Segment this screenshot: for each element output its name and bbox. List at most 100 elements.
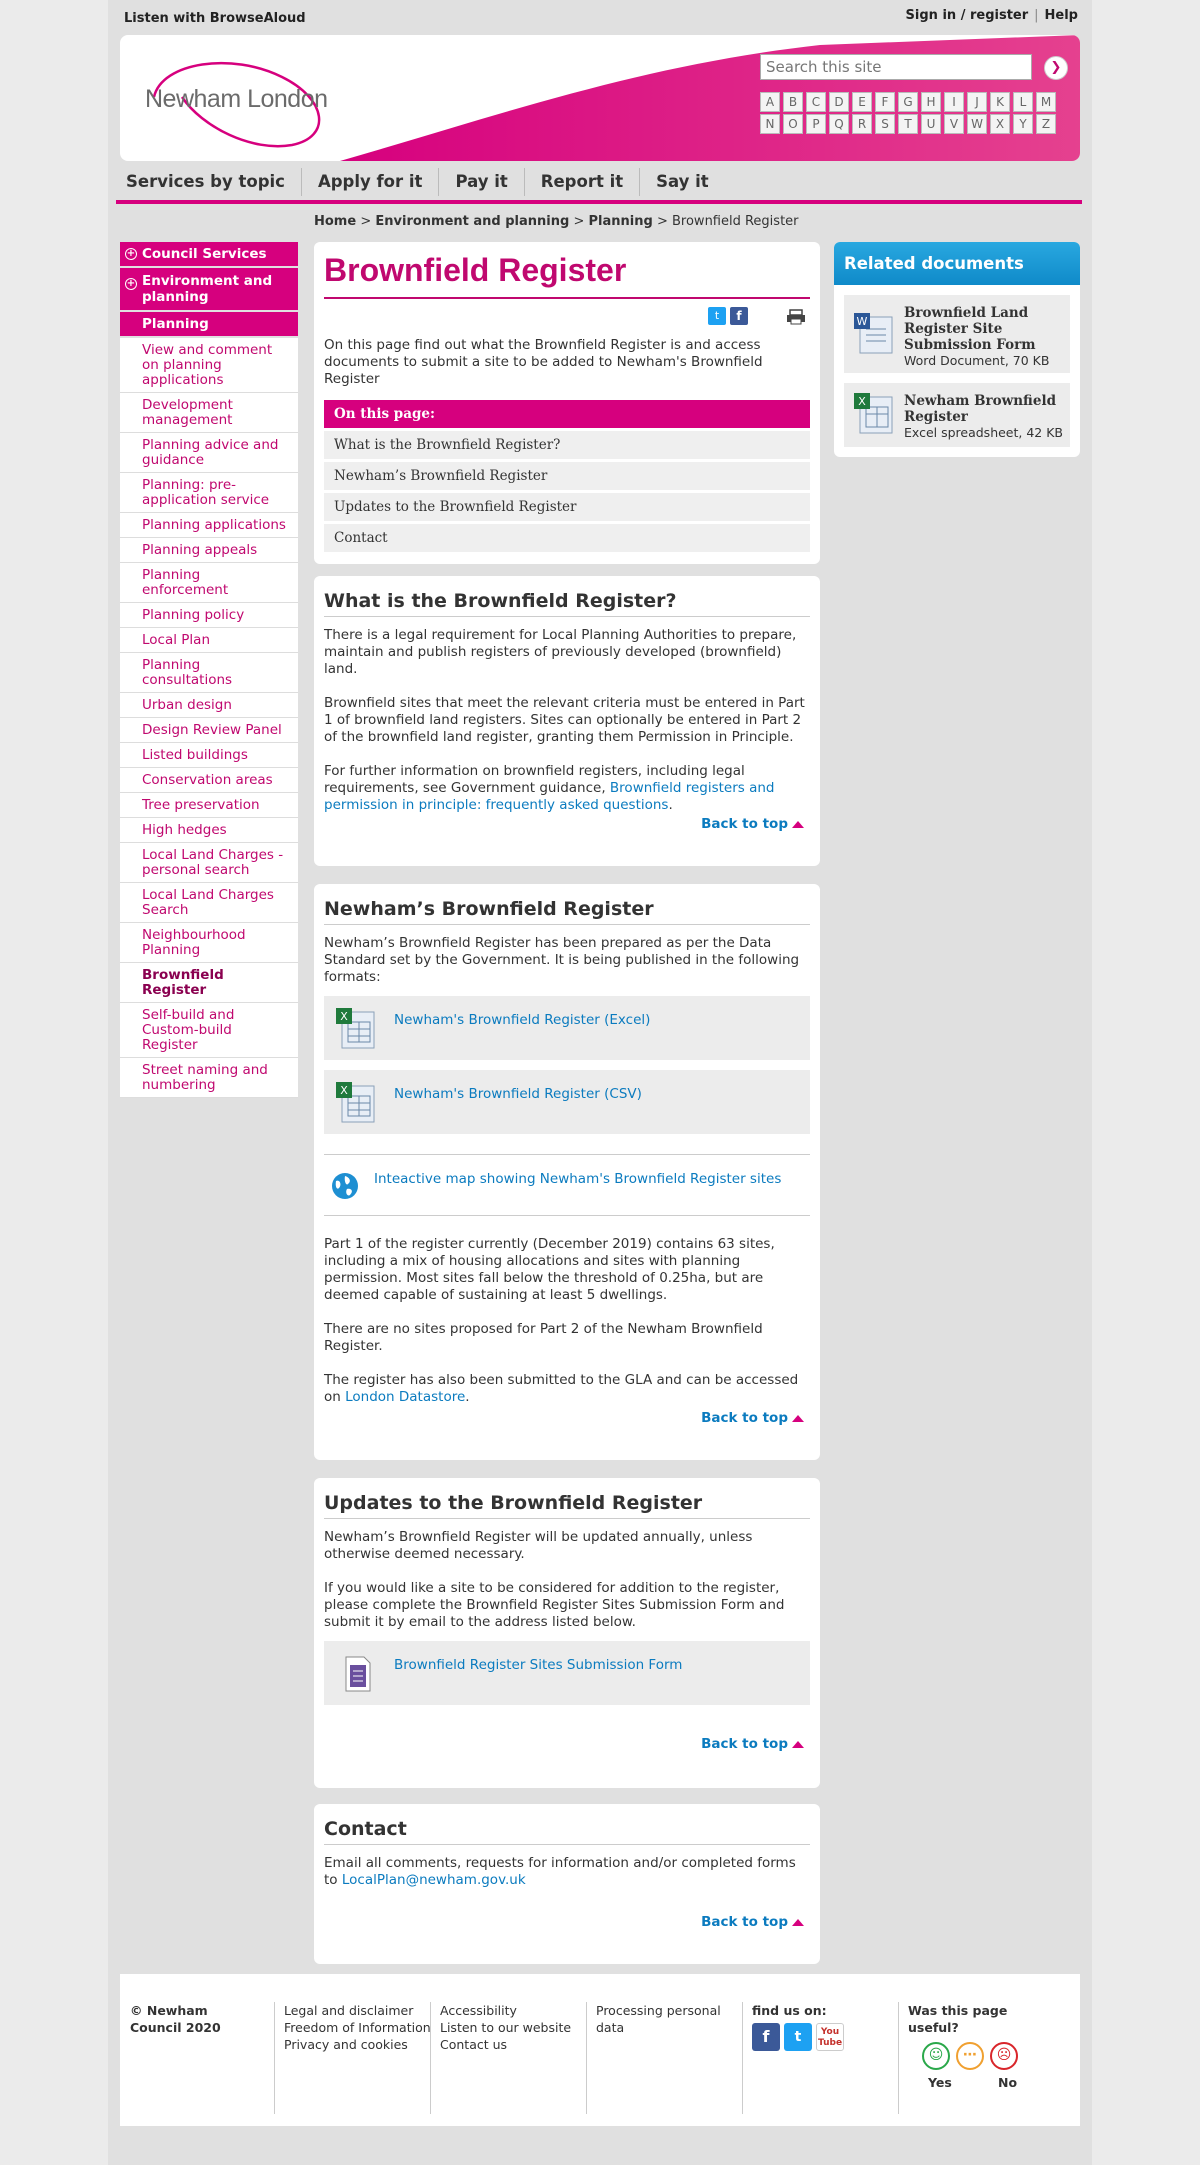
a-z-letter-q[interactable]: Q — [829, 114, 849, 134]
document-row-submission-form[interactable]: Brownfield Register Sites Submission For… — [324, 1641, 810, 1705]
a-z-letter-p[interactable]: P — [806, 114, 826, 134]
back-to-top-link[interactable]: Back to top — [701, 1736, 804, 1752]
email-link[interactable]: LocalPlan@newham.gov.uk — [342, 1872, 526, 1888]
sidebar-item[interactable]: Development management — [120, 393, 298, 433]
main-nav-item[interactable]: Apply for it — [312, 168, 440, 196]
sidebar-item[interactable]: Planning consultations — [120, 653, 298, 693]
sad-face-icon[interactable]: ☹ — [990, 2042, 1018, 2070]
sidebar-item[interactable]: View and comment on planning application… — [120, 338, 298, 393]
a-z-letter-l[interactable]: L — [1013, 92, 1033, 112]
a-z-letter-v[interactable]: V — [944, 114, 964, 134]
main-nav-item[interactable]: Services by topic — [120, 168, 302, 196]
document-link[interactable]: Newham's Brownfield Register (CSV) — [394, 1086, 642, 1102]
sidebar-item[interactable]: Planning appeals — [120, 538, 298, 563]
document-link[interactable]: Brownfield Register Sites Submission For… — [394, 1657, 682, 1673]
a-z-letter-g[interactable]: G — [898, 92, 918, 112]
sidebar-item[interactable]: Self-build and Custom-build Register — [120, 1003, 298, 1058]
london-datastore-link[interactable]: London Datastore — [345, 1389, 465, 1405]
sidebar-item[interactable]: Tree preservation — [120, 793, 298, 818]
a-z-letter-f[interactable]: F — [875, 92, 895, 112]
sidebar-section-planning[interactable]: Planning — [120, 312, 298, 336]
a-z-letter-x[interactable]: X — [990, 114, 1010, 134]
footer-link-contact[interactable]: Contact us — [440, 2036, 571, 2053]
a-z-letter-h[interactable]: H — [921, 92, 941, 112]
related-document-excel[interactable]: X Newham Brownfield Register Excel spread… — [844, 383, 1070, 447]
sidebar-item[interactable]: Street naming and numbering — [120, 1058, 298, 1098]
main-nav-item[interactable]: Report it — [535, 168, 641, 196]
footer-link-legal[interactable]: Legal and disclaimer — [284, 2002, 431, 2019]
sidebar-head-environment[interactable]: + Environment and planning — [120, 268, 298, 310]
twitter-icon[interactable]: t — [784, 2023, 812, 2051]
related-document-title[interactable]: Brownfield Land Register Site Submission… — [904, 305, 1036, 353]
a-z-letter-s[interactable]: S — [875, 114, 895, 134]
search-input[interactable]: Search this site — [760, 54, 1032, 80]
map-link[interactable]: Inteactive map showing Newham's Brownfie… — [374, 1171, 781, 1187]
sidebar-item[interactable]: Design Review Panel — [120, 718, 298, 743]
a-z-letter-i[interactable]: I — [944, 92, 964, 112]
document-row-excel[interactable]: X Newham's Brownfield Register (Excel) — [324, 996, 810, 1060]
sidebar-item[interactable]: Planning applications — [120, 513, 298, 538]
related-document-word[interactable]: W Brownfield Land Register Site Submissi… — [844, 295, 1070, 373]
document-row-csv[interactable]: X Newham's Brownfield Register (CSV) — [324, 1070, 810, 1134]
facebook-icon[interactable]: f — [752, 2023, 780, 2051]
sidebar-item[interactable]: Planning: pre-application service — [120, 473, 298, 513]
back-to-top-link[interactable]: Back to top — [701, 1914, 804, 1930]
sidebar-item[interactable]: Urban design — [120, 693, 298, 718]
a-z-letter-o[interactable]: O — [783, 114, 803, 134]
facebook-icon[interactable]: f — [730, 307, 748, 325]
sign-in-link[interactable]: Sign in / register — [906, 8, 1029, 23]
no-label[interactable]: No — [998, 2074, 1017, 2091]
on-this-page-link-what[interactable]: What is the Brownfield Register? — [324, 431, 810, 459]
a-z-letter-e[interactable]: E — [852, 92, 872, 112]
sidebar-item[interactable]: Listed buildings — [120, 743, 298, 768]
breadcrumb-environment[interactable]: Environment and planning — [375, 214, 569, 229]
a-z-letter-k[interactable]: K — [990, 92, 1010, 112]
a-z-letter-r[interactable]: R — [852, 114, 872, 134]
happy-face-icon[interactable]: ☺ — [922, 2042, 950, 2070]
a-z-letter-u[interactable]: U — [921, 114, 941, 134]
on-this-page-link-contact[interactable]: Contact — [324, 524, 810, 552]
main-nav-item[interactable]: Say it — [650, 168, 725, 196]
main-nav-item[interactable]: Pay it — [449, 168, 525, 196]
a-z-letter-j[interactable]: J — [967, 92, 987, 112]
back-to-top-link[interactable]: Back to top — [701, 1410, 804, 1426]
twitter-icon[interactable]: t — [708, 307, 726, 325]
sidebar-head-council-services[interactable]: + Council Services — [120, 242, 298, 266]
sidebar-item[interactable]: Planning policy — [120, 603, 298, 628]
footer-link-accessibility[interactable]: Accessibility — [440, 2002, 571, 2019]
a-z-letter-y[interactable]: Y — [1013, 114, 1033, 134]
yes-label[interactable]: Yes — [928, 2074, 998, 2091]
related-document-title[interactable]: Newham Brownfield Register — [904, 393, 1056, 425]
help-link[interactable]: Help — [1045, 8, 1078, 23]
map-link-row[interactable]: Inteactive map showing Newham's Brownfie… — [324, 1154, 810, 1216]
sidebar-item[interactable]: High hedges — [120, 818, 298, 843]
a-z-letter-d[interactable]: D — [829, 92, 849, 112]
sidebar-item[interactable]: Conservation areas — [120, 768, 298, 793]
back-to-top-link[interactable]: Back to top — [701, 816, 804, 832]
a-z-letter-m[interactable]: M — [1036, 92, 1056, 112]
a-z-letter-t[interactable]: T — [898, 114, 918, 134]
on-this-page-link-updates[interactable]: Updates to the Brownfield Register — [324, 493, 810, 521]
footer-link-processing[interactable]: Processing personal data — [596, 2002, 736, 2036]
search-submit-button[interactable]: ❯ — [1044, 56, 1068, 80]
breadcrumb-planning[interactable]: Planning — [589, 214, 653, 229]
newham-logo[interactable]: Newham London — [142, 57, 342, 149]
a-z-letter-b[interactable]: B — [783, 92, 803, 112]
a-z-letter-n[interactable]: N — [760, 114, 780, 134]
sidebar-item[interactable]: Planning enforcement — [120, 563, 298, 603]
a-z-letter-w[interactable]: W — [967, 114, 987, 134]
sidebar-item[interactable]: Neighbourhood Planning — [120, 923, 298, 963]
footer-link-privacy[interactable]: Privacy and cookies — [284, 2036, 431, 2053]
sidebar-item[interactable]: Local Land Charges - personal search — [120, 843, 298, 883]
a-z-letter-a[interactable]: A — [760, 92, 780, 112]
document-link[interactable]: Newham's Brownfield Register (Excel) — [394, 1012, 650, 1028]
sidebar-item[interactable]: Local Land Charges Search — [120, 883, 298, 923]
on-this-page-link-newham[interactable]: Newham’s Brownfield Register — [324, 462, 810, 490]
sidebar-item[interactable]: Local Plan — [120, 628, 298, 653]
footer-link-listen[interactable]: Listen to our website — [440, 2019, 571, 2036]
a-z-letter-c[interactable]: C — [806, 92, 826, 112]
sidebar-item[interactable]: Brownfield Register — [120, 963, 298, 1003]
browsealoud-link[interactable]: Listen with BrowseAloud — [124, 11, 306, 26]
youtube-icon[interactable]: You Tube — [816, 2023, 844, 2051]
a-z-letter-z[interactable]: Z — [1036, 114, 1056, 134]
